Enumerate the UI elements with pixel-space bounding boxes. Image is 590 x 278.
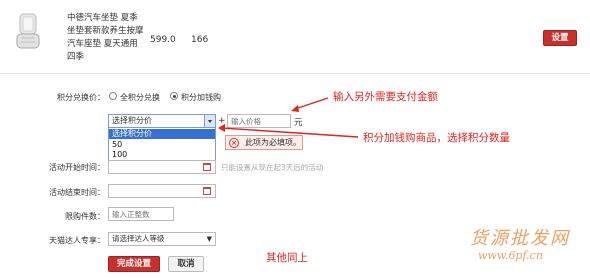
annotation-others-note: 其他同上 — [266, 252, 308, 264]
watermark-url: www.6pf.cn — [478, 249, 543, 262]
annotation-points-note: 积分加钱购商品，选择积分数量 — [363, 132, 510, 144]
arrow-to-points-select — [221, 127, 359, 138]
arrow-head — [291, 105, 299, 112]
watermark-text: 货源批发网 — [470, 228, 570, 249]
arrow-head — [218, 124, 225, 132]
arrow-to-price-input — [294, 97, 329, 110]
annotation-price-note: 输入另外需要支付金额 — [333, 91, 438, 103]
